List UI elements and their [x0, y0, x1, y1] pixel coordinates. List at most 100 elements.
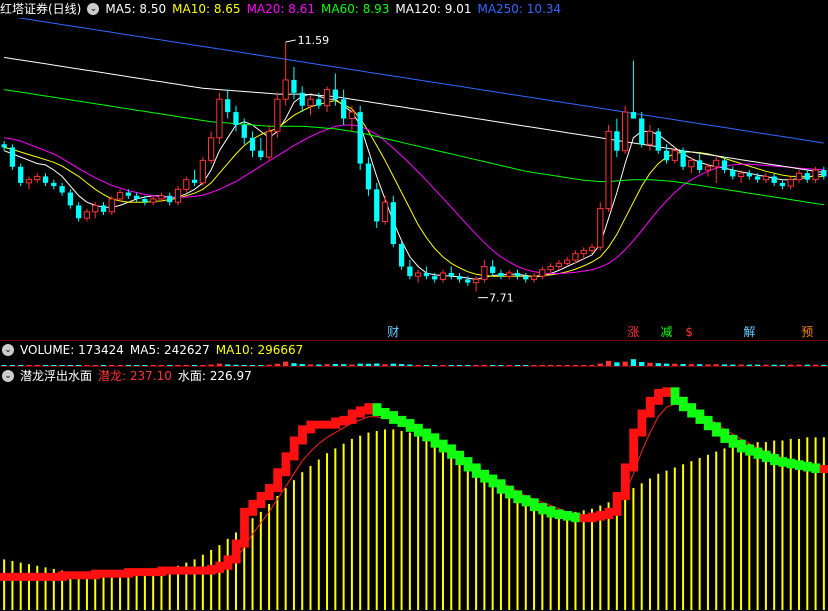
volume-chart[interactable]: [0, 358, 828, 366]
candle-body: [323, 89, 331, 107]
candle-body: [265, 130, 273, 158]
water-bar: [698, 457, 701, 610]
candle-body: [158, 195, 165, 200]
candle-body: [448, 272, 454, 277]
dragon-block: [513, 490, 523, 504]
water-bar: [557, 511, 560, 610]
candle-body: [564, 259, 571, 264]
dragon-block: [505, 485, 514, 499]
ma250-line: [16, 18, 824, 144]
dragon-block: [389, 411, 398, 424]
candle-body: [762, 175, 770, 181]
dragon-block: [289, 436, 299, 461]
water-bar: [201, 554, 204, 610]
water-bar: [127, 575, 130, 610]
dragon-block: [811, 463, 821, 474]
water-bar: [764, 442, 767, 610]
candle-body: [407, 266, 413, 277]
water-bar: [3, 559, 6, 610]
candle-body: [506, 272, 513, 277]
dragon-block: [529, 498, 539, 512]
candle-body: [663, 150, 670, 161]
dragon-block: [248, 499, 258, 516]
dragon-block: [422, 428, 432, 442]
dragon-block: [745, 444, 754, 456]
candle-body: [605, 130, 612, 210]
candle-body: [92, 204, 99, 213]
dragon-block: [794, 460, 804, 470]
candle-body: [25, 179, 33, 184]
dragon-block: [8, 572, 18, 581]
candle-body: [199, 159, 207, 184]
ma10-line: [3, 99, 824, 277]
water-bar: [458, 461, 461, 610]
water-bar: [508, 496, 511, 610]
event-marker: 涨: [627, 324, 639, 339]
dragon-block: [521, 495, 531, 507]
candle-body: [821, 170, 827, 177]
candle-body: [688, 159, 695, 168]
water-bar: [441, 448, 444, 610]
candle-body: [299, 92, 305, 106]
water-bar: [690, 461, 693, 610]
candle-body: [597, 208, 604, 248]
dragon-block: [587, 512, 597, 523]
water-bar: [309, 465, 312, 610]
dragon-block: [471, 463, 481, 478]
chevron-down-icon[interactable]: ⌄: [87, 3, 100, 15]
dragon-block: [786, 458, 796, 469]
candle-body: [498, 272, 504, 277]
water-bar: [582, 510, 585, 610]
dragon-block: [190, 566, 200, 575]
dragon-label: 潜龙: 237.10: [98, 369, 172, 383]
dragon-block: [157, 566, 167, 577]
water-bar: [110, 575, 113, 610]
ma60-label: MA60: 8.93: [321, 2, 390, 16]
water-bar: [541, 508, 544, 610]
dragon-block: [207, 564, 216, 575]
candle-body: [125, 192, 131, 196]
candle-body: [51, 182, 57, 187]
dragon-block: [463, 457, 473, 472]
water-bar: [731, 446, 734, 610]
water-bar: [27, 564, 30, 610]
dragon-block: [347, 409, 357, 424]
candle-body: [713, 159, 720, 168]
price-chart[interactable]: 11.59 7.71 财 涨 减 $ 解 预: [0, 18, 828, 340]
candle-body: [348, 111, 356, 120]
water-bar: [143, 573, 146, 610]
dragon-block: [57, 571, 67, 581]
water-bar: [640, 483, 643, 610]
low-price-label: 7.71: [489, 292, 513, 305]
water-bar: [251, 518, 254, 610]
dragon-block: [107, 569, 117, 578]
candle-body: [150, 198, 157, 203]
candle-body: [67, 192, 74, 206]
volume-ma5-label: MA5: 242627: [129, 343, 210, 357]
candle-body: [737, 172, 745, 177]
dragon-block: [380, 407, 390, 420]
water-bar: [259, 511, 262, 610]
dragon-block: [16, 572, 26, 581]
chevron-down-icon[interactable]: ⌄: [2, 344, 14, 356]
water-bar: [466, 467, 469, 610]
candle-body: [547, 266, 554, 271]
indicator-chart[interactable]: [0, 385, 828, 610]
ma20-line: [4, 124, 824, 275]
ma5-label: MA5: 8.50: [105, 2, 167, 16]
water-bar: [359, 435, 362, 610]
water-bar: [499, 491, 502, 610]
candle-body: [365, 163, 372, 190]
candle-body: [249, 137, 256, 151]
dragon-block: [803, 461, 812, 472]
water-bar: [210, 549, 213, 610]
candle-body: [704, 166, 712, 171]
dragon-block: [240, 507, 249, 548]
water-bar: [483, 480, 486, 610]
event-marker: 解: [743, 325, 755, 339]
water-bar: [673, 467, 676, 610]
stock-title: 红塔证券(日线): [0, 2, 82, 16]
ma120-label: MA120: 9.01: [395, 2, 472, 16]
chevron-down-icon[interactable]: ⌄: [2, 370, 14, 382]
candle-body: [225, 99, 231, 113]
